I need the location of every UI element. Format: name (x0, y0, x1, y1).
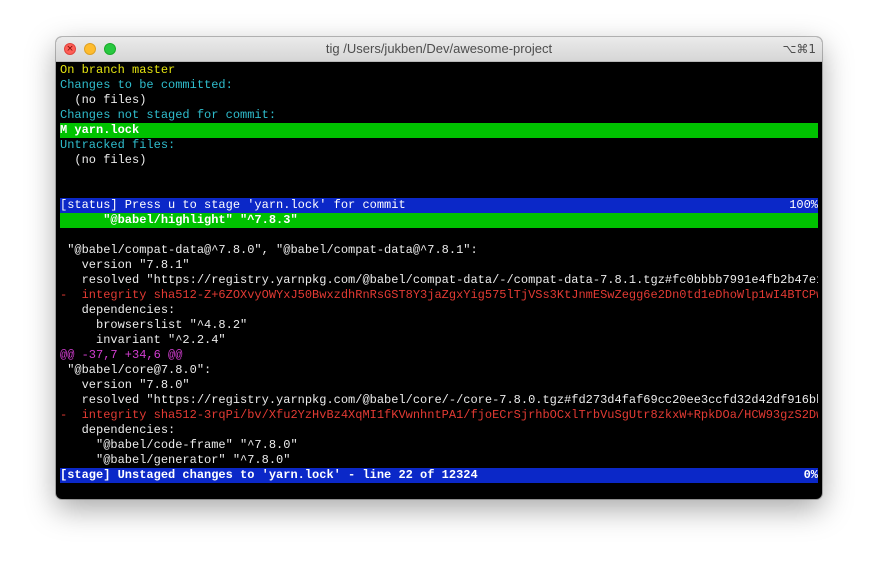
staged-empty: (no files) (60, 93, 147, 107)
diff-line: @@ -37,7 +34,6 @@ (60, 348, 183, 362)
diff-view[interactable]: "@babel/highlight" "^7.8.3" "@babel/comp… (60, 213, 818, 468)
stage-statusbar-percent: 0% (803, 468, 818, 482)
status-statusbar-text: [status] Press u to stage 'yarn.lock' fo… (60, 198, 406, 212)
status-statusbar-percent: 100% (789, 198, 818, 212)
diff-line: "@babel/code-frame" "^7.8.0" (60, 438, 298, 452)
diff-line: "@babel/core@7.8.0": (60, 363, 212, 377)
selected-file-row[interactable]: M yarn.lock (60, 123, 818, 138)
diff-line: browserslist "^4.8.2" (60, 318, 248, 332)
diff-line (60, 228, 818, 243)
diff-line: - integrity sha512-3rqPi/bv/Xfu2YzHvBz4X… (60, 408, 818, 422)
diff-line: dependencies: (60, 423, 176, 437)
terminal-window: × tig /Users/jukben/Dev/awesome-project … (56, 37, 822, 499)
stage-statusbar-text: [stage] Unstaged changes to 'yarn.lock' … (60, 468, 478, 482)
diff-line: version "7.8.1" (60, 258, 190, 272)
window-title: tig /Users/jukben/Dev/awesome-project (325, 41, 553, 56)
diff-line: resolved "https://registry.yarnpkg.com/@… (60, 393, 818, 407)
diff-line: "@babel/generator" "^7.8.0" (60, 453, 291, 467)
untracked-header: Untracked files: (60, 138, 176, 152)
stage-statusbar: [stage] Unstaged changes to 'yarn.lock' … (60, 468, 818, 483)
branch-line: On branch master (60, 63, 176, 77)
staged-header: Changes to be committed: (60, 78, 233, 92)
diff-line: invariant "^2.2.4" (60, 333, 226, 347)
untracked-empty: (no files) (60, 153, 147, 167)
diff-line: "@babel/compat-data@^7.8.0", "@babel/com… (60, 243, 478, 257)
unstaged-header: Changes not staged for commit: (60, 108, 277, 122)
diff-line: dependencies: (60, 303, 176, 317)
title-bar[interactable]: × tig /Users/jukben/Dev/awesome-project … (56, 37, 822, 62)
window-shortcut: ⌥⌘1 (782, 42, 816, 56)
diff-line: version "7.8.0" (60, 378, 190, 392)
status-statusbar: [status] Press u to stage 'yarn.lock' fo… (60, 198, 818, 213)
diff-line: - integrity sha512-Z+6ZOXvyOWYxJ50Bwxzdh… (60, 288, 818, 302)
terminal-content[interactable]: On branch master Changes to be committed… (60, 63, 818, 499)
diff-line[interactable]: "@babel/highlight" "^7.8.3" (60, 213, 818, 228)
diff-line: resolved "https://registry.yarnpkg.com/@… (60, 273, 818, 287)
